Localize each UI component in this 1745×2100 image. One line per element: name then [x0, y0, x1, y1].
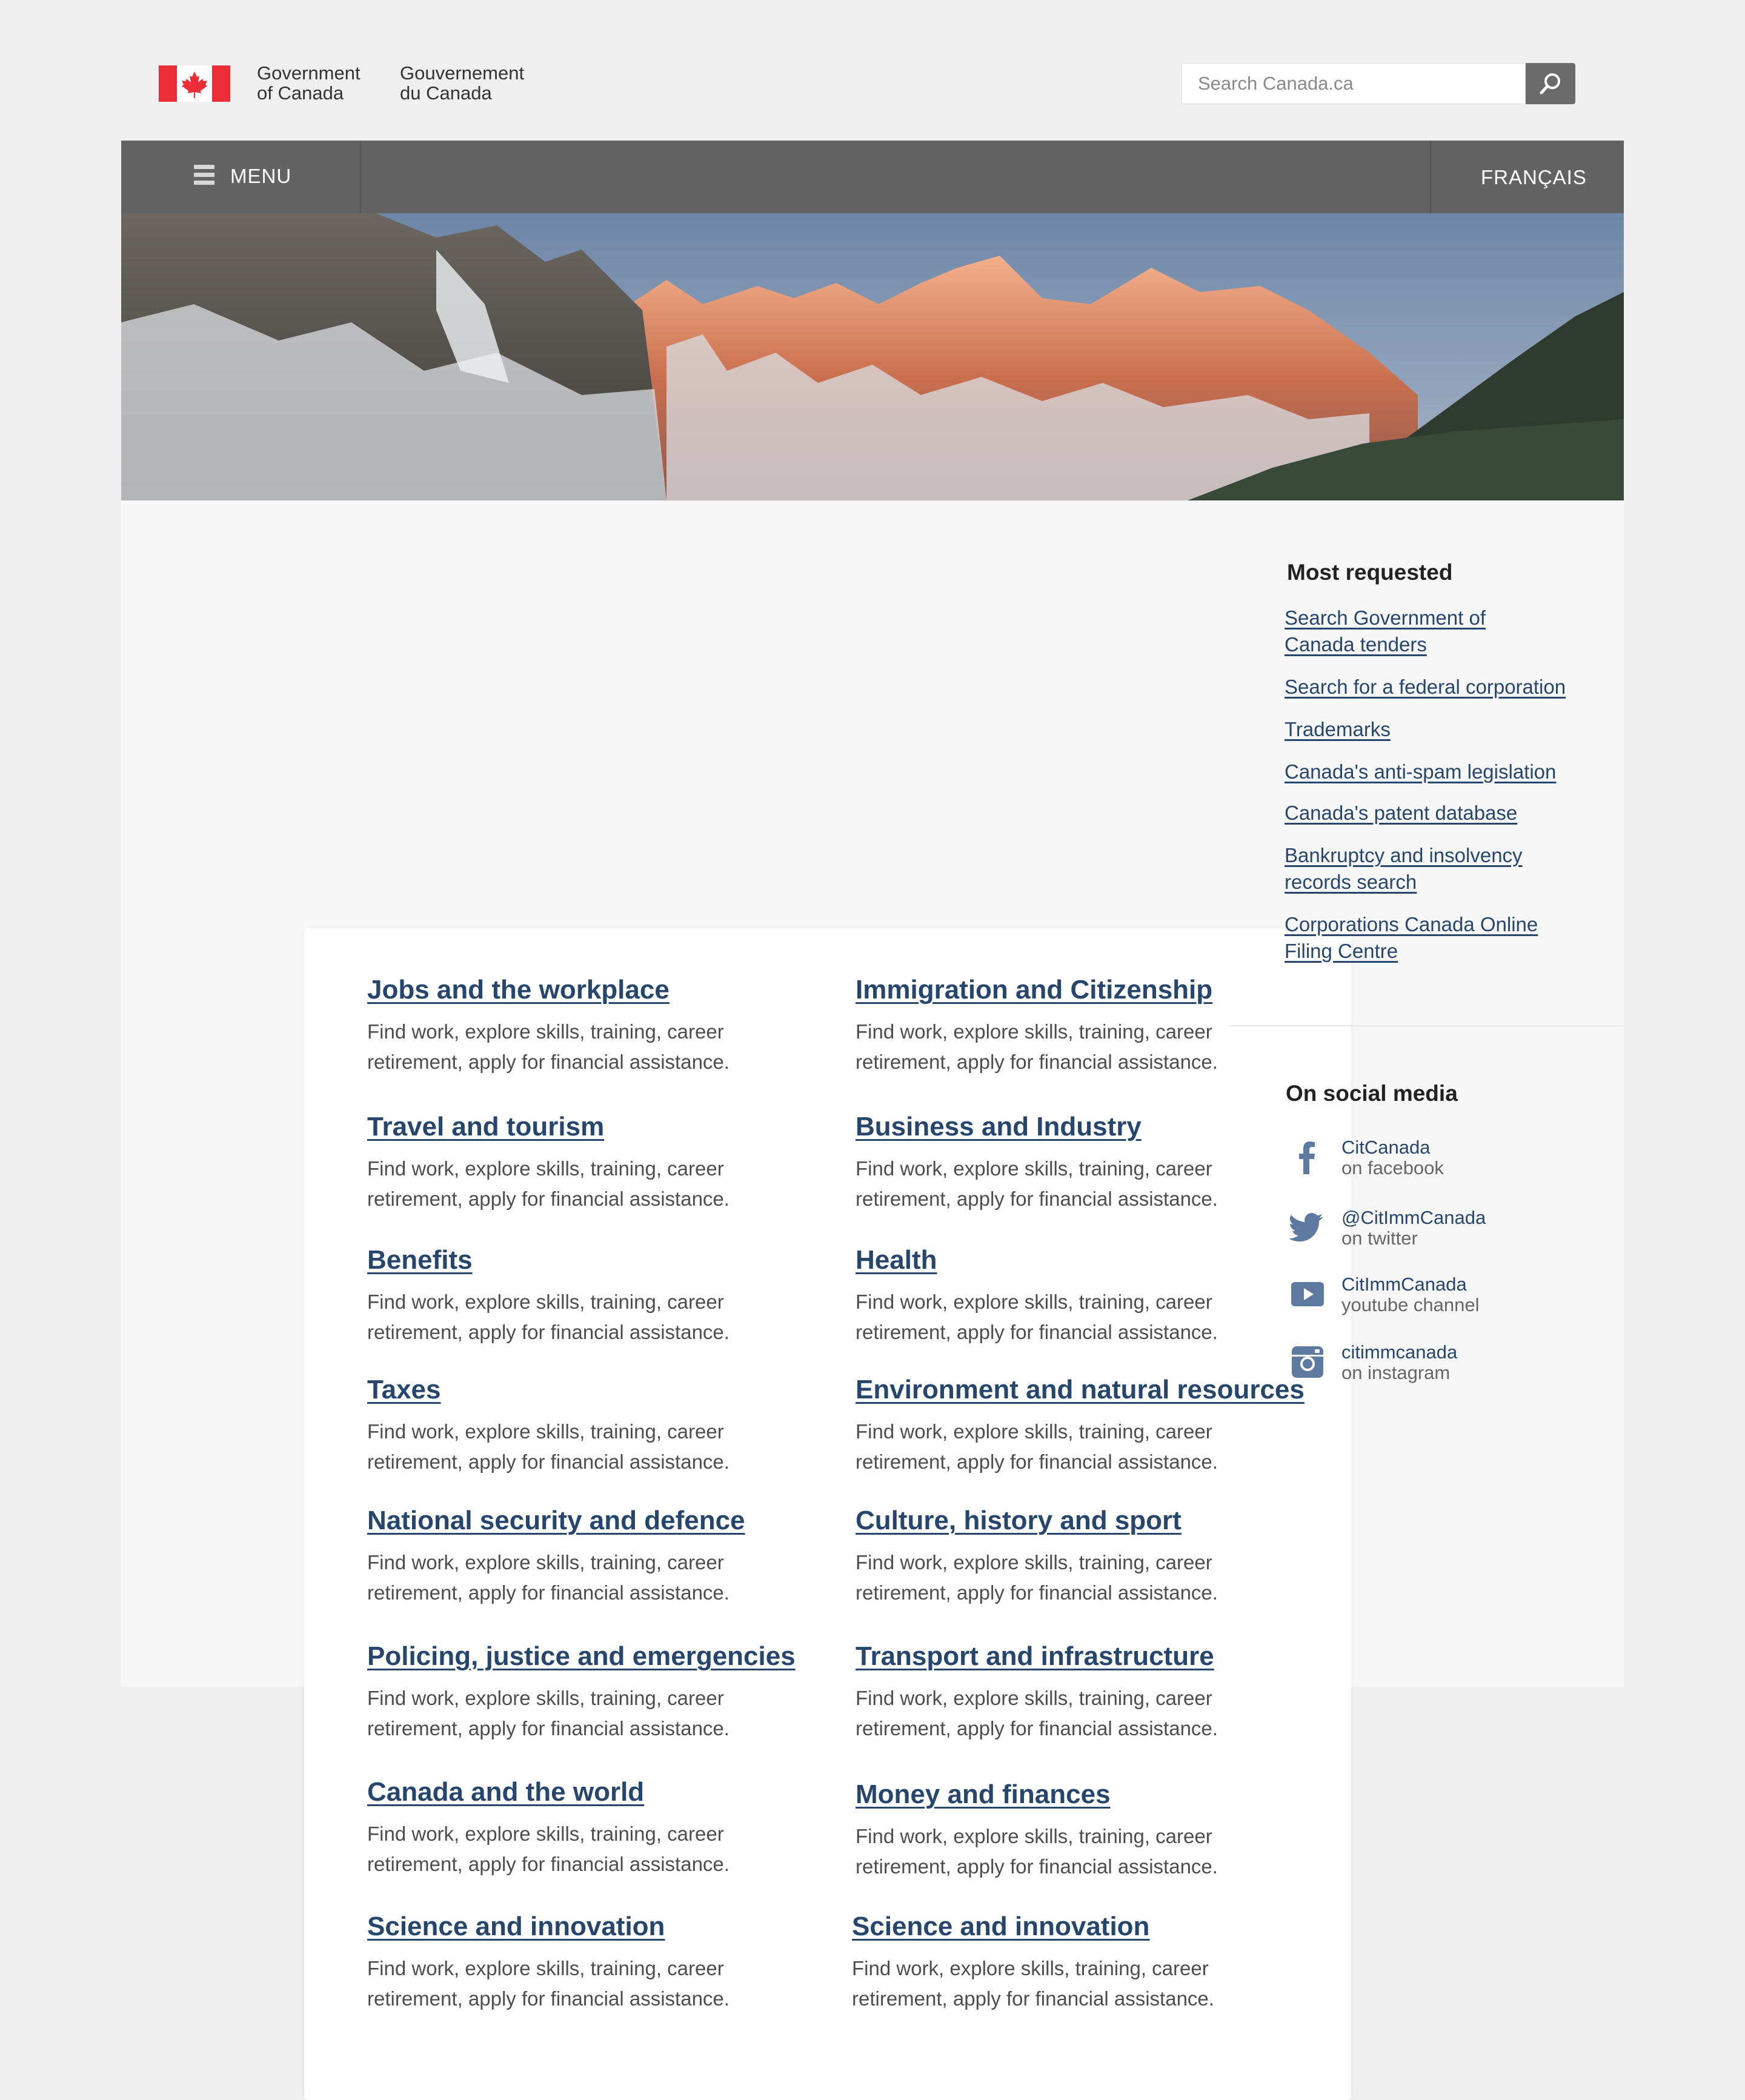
topic-culture: Culture, history and sport Find work, ex… [856, 1505, 1292, 1608]
topic-link[interactable]: Business and Industry [856, 1111, 1142, 1143]
topic-immigration: Immigration and Citizenship Find work, e… [856, 974, 1292, 1077]
social-subtext: on twitter [1341, 1228, 1418, 1249]
topic-description: Find work, explore skills, training, car… [367, 1420, 730, 1473]
most-requested-link-corporations-filing[interactable]: Corporations Canada Online Filing Centre [1285, 911, 1600, 965]
facebook-icon [1299, 1141, 1315, 1174]
topic-description: Find work, explore skills, training, car… [852, 1957, 1214, 2010]
topic-science-left: Science and innovation Find work, explor… [367, 1911, 803, 2014]
topic-link[interactable]: Immigration and Citizenship [856, 974, 1212, 1006]
most-requested-link-patent-database[interactable]: Canada's patent database [1285, 800, 1600, 826]
search-icon [1540, 73, 1560, 95]
social-item-facebook[interactable]: CitCanada on facebook [1289, 1137, 1604, 1185]
topic-link[interactable]: Policing, justice and emergencies [367, 1641, 796, 1672]
topic-travel: Travel and tourism Find work, explore sk… [367, 1111, 803, 1214]
topic-science-right: Science and innovation Find work, explor… [852, 1911, 1288, 2014]
wordmark-french: Gouvernement du Canada [400, 63, 524, 103]
social-subtext: on instagram [1341, 1362, 1451, 1383]
topic-jobs: Jobs and the workplace Find work, explor… [367, 974, 803, 1077]
most-requested-link-federal-corporation[interactable]: Search for a federal corporation [1285, 674, 1600, 700]
topic-taxes: Taxes Find work, explore skills, trainin… [367, 1374, 803, 1477]
search-input[interactable] [1182, 63, 1526, 104]
menu-label: MENU [230, 165, 292, 187]
wordmark-french-line1: Gouvernement [400, 62, 525, 84]
topic-link[interactable]: Money and finances [856, 1779, 1111, 1810]
wordmark-english-line2: of Canada [257, 82, 344, 104]
topic-description: Find work, explore skills, training, car… [367, 1157, 730, 1210]
wordmark-french-line2: du Canada [400, 82, 492, 104]
topic-description: Find work, explore skills, training, car… [367, 1551, 730, 1604]
social-item-youtube[interactable]: CitImmCanada youtube channel [1289, 1274, 1604, 1322]
topic-description: Find work, explore skills, training, car… [856, 1420, 1218, 1473]
language-toggle[interactable]: FRANÇAIS [1430, 141, 1624, 213]
social-handle: @CitImmCanada [1341, 1207, 1486, 1228]
topic-national-security: National security and defence Find work,… [367, 1505, 803, 1608]
social-handle: citimmcanada [1341, 1341, 1458, 1363]
topic-link[interactable]: Taxes [367, 1374, 441, 1406]
language-label: FRANÇAIS [1481, 166, 1587, 188]
sidebar-divider [1230, 1025, 1624, 1026]
topic-link[interactable]: Environment and natural resources [856, 1374, 1305, 1406]
social-item-instagram[interactable]: citimmcanada on instagram [1289, 1341, 1604, 1390]
topic-link[interactable]: Canada and the world [367, 1776, 644, 1808]
topic-link[interactable]: Health [856, 1244, 937, 1276]
topic-link[interactable]: National security and defence [367, 1505, 745, 1537]
topic-link[interactable]: Jobs and the workplace [367, 974, 670, 1006]
topic-transport: Transport and infrastructure Find work, … [856, 1641, 1292, 1744]
topic-description: Find work, explore skills, training, car… [367, 1957, 730, 2010]
wordmark-english: Government of Canada [257, 63, 361, 103]
most-requested-link-bankruptcy[interactable]: Bankruptcy and insolvency records search [1285, 842, 1600, 895]
topic-description: Find work, explore skills, training, car… [856, 1825, 1218, 1878]
youtube-icon [1291, 1282, 1324, 1306]
topic-business: Business and Industry Find work, explore… [856, 1111, 1292, 1214]
topic-description: Find work, explore skills, training, car… [856, 1157, 1218, 1210]
canada-flag-logo[interactable] [159, 65, 230, 102]
social-media-title: On social media [1286, 1081, 1458, 1106]
most-requested-link-anti-spam[interactable]: Canada's anti-spam legislation [1285, 759, 1600, 785]
hamburger-icon [194, 165, 214, 187]
topic-link[interactable]: Travel and tourism [367, 1111, 604, 1143]
social-item-twitter[interactable]: @CitImmCanada on twitter [1289, 1207, 1604, 1255]
topic-policing: Policing, justice and emergencies Find w… [367, 1641, 803, 1744]
topic-link[interactable]: Culture, history and sport [856, 1505, 1182, 1537]
wordmark-english-line1: Government [257, 62, 361, 84]
instagram-icon [1292, 1346, 1323, 1378]
social-handle: CitCanada [1341, 1137, 1431, 1158]
topic-description: Find work, explore skills, training, car… [856, 1687, 1218, 1739]
topic-money: Money and finances Find work, explore sk… [856, 1779, 1292, 1882]
topic-description: Find work, explore skills, training, car… [856, 1020, 1218, 1073]
most-requested-title: Most requested [1287, 560, 1453, 585]
topic-link[interactable]: Science and innovation [367, 1911, 665, 1942]
topic-link[interactable]: Transport and infrastructure [856, 1641, 1214, 1672]
topic-description: Find work, explore skills, training, car… [367, 1291, 730, 1343]
social-subtext: on facebook [1341, 1157, 1444, 1178]
topic-environment: Environment and natural resources Find w… [856, 1374, 1305, 1477]
twitter-icon [1289, 1213, 1323, 1241]
main-navbar: MENU FRANÇAIS [121, 141, 1624, 213]
topic-description: Find work, explore skills, training, car… [367, 1020, 730, 1073]
most-requested-link-trademarks[interactable]: Trademarks [1285, 716, 1600, 743]
social-handle: CitImmCanada [1341, 1274, 1467, 1295]
topic-link[interactable]: Science and innovation [852, 1911, 1149, 1942]
topic-description: Find work, explore skills, training, car… [856, 1551, 1218, 1604]
topics-card: Jobs and the workplace Find work, explor… [304, 928, 1351, 2100]
topic-canada-world: Canada and the world Find work, explore … [367, 1776, 803, 1879]
topic-health: Health Find work, explore skills, traini… [856, 1244, 1292, 1347]
social-subtext: youtube channel [1341, 1294, 1480, 1315]
topic-description: Find work, explore skills, training, car… [367, 1687, 730, 1739]
topic-description: Find work, explore skills, training, car… [367, 1823, 730, 1875]
search-button[interactable] [1526, 63, 1575, 104]
topic-benefits: Benefits Find work, explore skills, trai… [367, 1244, 803, 1347]
topic-link[interactable]: Benefits [367, 1244, 473, 1276]
menu-button[interactable]: MENU [121, 141, 361, 213]
hero-mountain-image [121, 213, 1624, 500]
most-requested-link-tenders[interactable]: Search Government of Canada tenders [1285, 605, 1600, 658]
topic-description: Find work, explore skills, training, car… [856, 1291, 1218, 1343]
